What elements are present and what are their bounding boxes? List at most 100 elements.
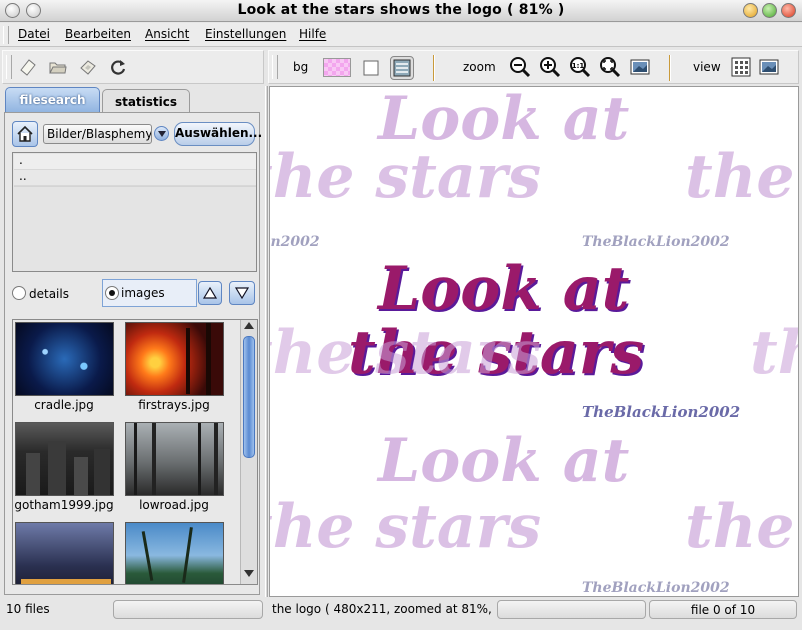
- thumbnail-scrollbar[interactable]: [240, 320, 257, 584]
- images-radio[interactable]: [105, 286, 119, 300]
- bg-pattern-icon[interactable]: [390, 56, 414, 80]
- chevron-down-icon: [157, 130, 166, 137]
- view-label: view: [693, 60, 721, 74]
- toolbar-separator: [433, 55, 435, 81]
- thumbnail-caption: firstrays.jpg: [138, 398, 210, 412]
- panel-splitter[interactable]: [265, 86, 268, 597]
- tile-text: the stars: [269, 318, 542, 388]
- tree-trunk: [198, 423, 201, 495]
- thumbnail-lowroad[interactable]: [125, 422, 224, 496]
- details-radio[interactable]: [12, 286, 26, 300]
- list-item[interactable]: .: [14, 154, 256, 170]
- zoom-label: zoom: [463, 60, 496, 74]
- tab-filesearch[interactable]: filesearch: [5, 87, 100, 113]
- tree-trunk: [186, 328, 190, 394]
- window-title: Look at the stars shows the logo ( 81% ): [237, 2, 565, 18]
- bg-label: bg: [293, 60, 309, 74]
- thumbnail-caption: gotham1999.jpg: [14, 498, 114, 512]
- tab-statistics[interactable]: statistics: [102, 89, 190, 113]
- tile-text: Look at: [378, 86, 630, 154]
- side-panel: filesearch statistics Bilder/Blasphemy A…: [2, 86, 264, 597]
- move-down-button[interactable]: [229, 281, 255, 305]
- tile-text: the stars: [750, 318, 798, 388]
- list-item[interactable]: ..: [14, 170, 256, 186]
- image-toolbar: bg zoom 1:1 view: [268, 50, 799, 84]
- toolbar-grip[interactable]: [272, 55, 278, 79]
- path-select[interactable]: Bilder/Blasphemy: [43, 124, 152, 144]
- menu-hilfe[interactable]: Hilfe: [299, 27, 326, 41]
- tile-text: the stars: [269, 492, 542, 562]
- open-folder-icon[interactable]: [47, 56, 69, 78]
- thumbnail-5[interactable]: [15, 522, 114, 584]
- home-icon: [17, 125, 33, 142]
- tower: [26, 453, 40, 495]
- toolbar-grip[interactable]: [6, 55, 12, 79]
- scroll-thumb[interactable]: [243, 336, 255, 458]
- logo-line-1: Look at: [378, 254, 630, 324]
- triangle-down-icon: [235, 287, 249, 299]
- logo-signature: TheBlackLion2002: [582, 403, 741, 421]
- images-option[interactable]: images: [102, 279, 197, 307]
- menu-einstellungen[interactable]: Einstellungen: [205, 27, 286, 41]
- menubar-grip[interactable]: [3, 26, 9, 44]
- fullscreen-icon[interactable]: [629, 56, 651, 78]
- file-toolbar: [2, 50, 264, 84]
- close-button[interactable]: [781, 3, 796, 18]
- lights-row: [21, 579, 111, 584]
- tile-signature: TheBlackLion2002: [270, 234, 320, 250]
- status-progress: [497, 600, 646, 619]
- tree-trunk: [214, 423, 218, 495]
- maximize-button[interactable]: [762, 3, 777, 18]
- triangle-up-icon: [203, 287, 217, 299]
- move-up-button[interactable]: [198, 281, 222, 305]
- thumbnail-view-icon[interactable]: [730, 56, 752, 78]
- status-progress: [113, 600, 263, 619]
- tile-signature: TheBlackLion2002: [582, 234, 730, 250]
- status-info: the logo ( 480x211, zoomed at 81%, a: [272, 602, 494, 616]
- bg-none-icon[interactable]: [360, 57, 382, 79]
- refresh-icon[interactable]: [107, 56, 129, 78]
- list-divider: [14, 186, 256, 187]
- save-disk-icon[interactable]: [77, 56, 99, 78]
- scroll-down-arrow[interactable]: [243, 570, 255, 580]
- path-dropdown-button[interactable]: [154, 126, 169, 141]
- thumbnail-gotham1999[interactable]: [15, 422, 114, 496]
- palm-trunk: [182, 527, 193, 583]
- single-image-view-icon[interactable]: [758, 56, 780, 78]
- image-view[interactable]: Look at the stars the stars TheBlackLion…: [269, 86, 799, 597]
- toolbar-separator: [669, 55, 671, 81]
- new-file-icon[interactable]: [17, 56, 39, 78]
- details-label: details: [29, 287, 69, 301]
- scroll-up-arrow[interactable]: [243, 322, 255, 332]
- tree-trunk: [134, 423, 137, 495]
- thumbnail-firstrays[interactable]: [125, 322, 224, 396]
- zoom-out-icon[interactable]: [509, 56, 531, 78]
- thumbnail-cradle[interactable]: [15, 322, 114, 396]
- minimize-button[interactable]: [743, 3, 758, 18]
- status-file-count: 10 files: [6, 602, 50, 616]
- directory-list[interactable]: . ..: [12, 152, 257, 272]
- menu-bearbeiten[interactable]: Bearbeiten: [65, 27, 131, 41]
- menu-datei[interactable]: Datei: [18, 27, 50, 41]
- zoom-fit-icon[interactable]: [599, 56, 621, 78]
- thumbnail-6[interactable]: [125, 522, 224, 584]
- menu-ansicht[interactable]: Ansicht: [145, 27, 189, 41]
- arrow-up-icon: [244, 322, 254, 329]
- zoom-actual-size-icon[interactable]: 1:1: [569, 56, 591, 78]
- home-button[interactable]: [12, 121, 38, 147]
- tile-text: Look at: [378, 426, 630, 496]
- tile-text: the stars: [685, 492, 798, 562]
- menu-bar: Datei Bearbeiten Ansicht Einstellungen H…: [0, 23, 802, 47]
- choose-button[interactable]: Auswählen...: [174, 122, 262, 146]
- bg-color-swatch[interactable]: [323, 58, 351, 77]
- tree-trunk: [152, 423, 156, 495]
- thumbnail-caption: cradle.jpg: [34, 398, 94, 412]
- arrow-down-icon: [244, 570, 254, 577]
- tree-trunk: [206, 323, 211, 395]
- zoom-in-icon[interactable]: [539, 56, 561, 78]
- tile-text: the stars: [685, 142, 798, 212]
- tower: [94, 449, 110, 495]
- thumbnail-grid[interactable]: cradle.jpg firstrays.jpg gotham1999.jpg …: [12, 319, 258, 585]
- tower: [48, 441, 66, 495]
- title-bar[interactable]: Look at the stars shows the logo ( 81% ): [0, 0, 802, 22]
